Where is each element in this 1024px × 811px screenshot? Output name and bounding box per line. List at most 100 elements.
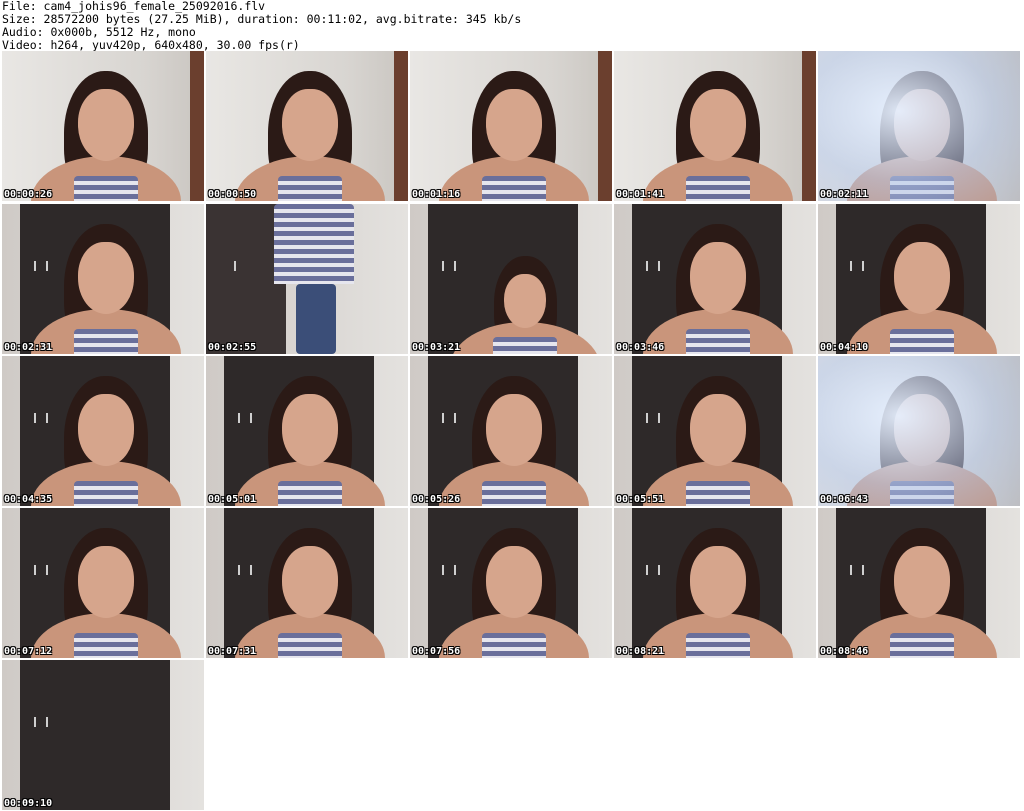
person <box>614 508 816 658</box>
timestamp: 00:07:56 <box>412 646 461 657</box>
timestamp: 00:01:41 <box>616 189 665 200</box>
person <box>2 204 204 354</box>
thumbnail-image <box>410 204 612 354</box>
striped-top <box>274 204 354 284</box>
wardrobe <box>20 660 170 810</box>
person <box>410 356 612 506</box>
video-thumbnail: 00:03:21 <box>410 204 612 354</box>
video-thumbnail: 00:01:41 <box>614 51 816 201</box>
thumbnail-image <box>2 204 204 354</box>
striped-top <box>482 481 546 506</box>
video-thumbnail: 00:02:55 <box>206 204 408 354</box>
person <box>206 204 408 354</box>
striped-top <box>278 481 342 506</box>
thumbnail-image <box>206 204 408 354</box>
video-thumbnail: 00:05:51 <box>614 356 816 506</box>
striped-top <box>74 329 138 354</box>
thumbnail-image <box>818 508 1020 658</box>
face <box>690 89 746 161</box>
thumbnail-image <box>614 51 816 201</box>
video-thumbnail: 00:08:21 <box>614 508 816 658</box>
timestamp: 00:03:21 <box>412 342 461 353</box>
striped-top <box>686 481 750 506</box>
timestamp: 00:05:26 <box>412 494 461 505</box>
timestamp: 00:08:21 <box>616 646 665 657</box>
striped-top <box>74 633 138 658</box>
video-thumbnail: 00:05:01 <box>206 356 408 506</box>
video-thumbnail: 00:00:50 <box>206 51 408 201</box>
person <box>206 51 408 201</box>
face <box>504 274 546 328</box>
video-thumbnail: 00:08:46 <box>818 508 1020 658</box>
timestamp: 00:08:46 <box>820 646 869 657</box>
light-glare <box>818 356 1020 506</box>
thumbnail-image <box>2 51 204 201</box>
person <box>614 51 816 201</box>
striped-top <box>686 329 750 354</box>
striped-top <box>278 633 342 658</box>
striped-top <box>482 633 546 658</box>
video-thumbnail: 00:09:10 <box>2 660 204 810</box>
striped-top <box>686 633 750 658</box>
striped-top <box>74 176 138 201</box>
face <box>282 546 338 618</box>
timestamp: 00:09:10 <box>4 798 53 809</box>
video-thumbnail: 00:02:11 <box>818 51 1020 201</box>
thumbnail-image <box>2 508 204 658</box>
thumbnail-image <box>206 508 408 658</box>
video-thumbnail: 00:06:43 <box>818 356 1020 506</box>
face <box>282 89 338 161</box>
face <box>690 546 746 618</box>
person <box>818 204 1020 354</box>
face <box>282 394 338 466</box>
striped-top <box>890 329 954 354</box>
timestamp: 00:07:31 <box>208 646 257 657</box>
timestamp: 00:00:26 <box>4 189 53 200</box>
person <box>2 508 204 658</box>
timestamp: 00:05:51 <box>616 494 665 505</box>
person <box>410 204 612 354</box>
striped-top <box>74 481 138 506</box>
striped-top <box>278 176 342 201</box>
person <box>2 51 204 201</box>
video-thumbnail: 00:04:10 <box>818 204 1020 354</box>
timestamp: 00:02:55 <box>208 342 257 353</box>
video-thumbnail: 00:04:35 <box>2 356 204 506</box>
thumbnail-image <box>410 356 612 506</box>
thumbnail-image <box>818 356 1020 506</box>
thumbnail-image <box>206 356 408 506</box>
face <box>690 242 746 314</box>
thumbnail-image <box>614 204 816 354</box>
thumbnail-image <box>614 508 816 658</box>
striped-top <box>482 176 546 201</box>
striped-top <box>686 176 750 201</box>
video-thumbnail: 00:01:16 <box>410 51 612 201</box>
timestamp: 00:00:50 <box>208 189 257 200</box>
timestamp: 00:02:31 <box>4 342 53 353</box>
face <box>78 89 134 161</box>
person <box>818 508 1020 658</box>
video-thumbnail: 00:05:26 <box>410 356 612 506</box>
striped-top <box>493 337 557 354</box>
timestamp: 00:04:35 <box>4 494 53 505</box>
face <box>894 546 950 618</box>
thumbnail-image <box>818 204 1020 354</box>
thumbnail-image <box>2 356 204 506</box>
face <box>78 242 134 314</box>
video-thumbnail: 00:00:26 <box>2 51 204 201</box>
file-info-header: File: cam4_johis96_female_25092016.flv S… <box>2 0 521 52</box>
striped-top <box>890 633 954 658</box>
face <box>486 546 542 618</box>
face <box>78 394 134 466</box>
face <box>486 394 542 466</box>
timestamp: 00:07:12 <box>4 646 53 657</box>
face <box>894 242 950 314</box>
jeans <box>296 284 336 354</box>
thumbnail-image <box>614 356 816 506</box>
face <box>486 89 542 161</box>
thumbnail-image <box>206 51 408 201</box>
thumbnail-image <box>818 51 1020 201</box>
video-thumbnail: 00:07:56 <box>410 508 612 658</box>
person <box>410 51 612 201</box>
light-glare <box>818 51 1020 201</box>
